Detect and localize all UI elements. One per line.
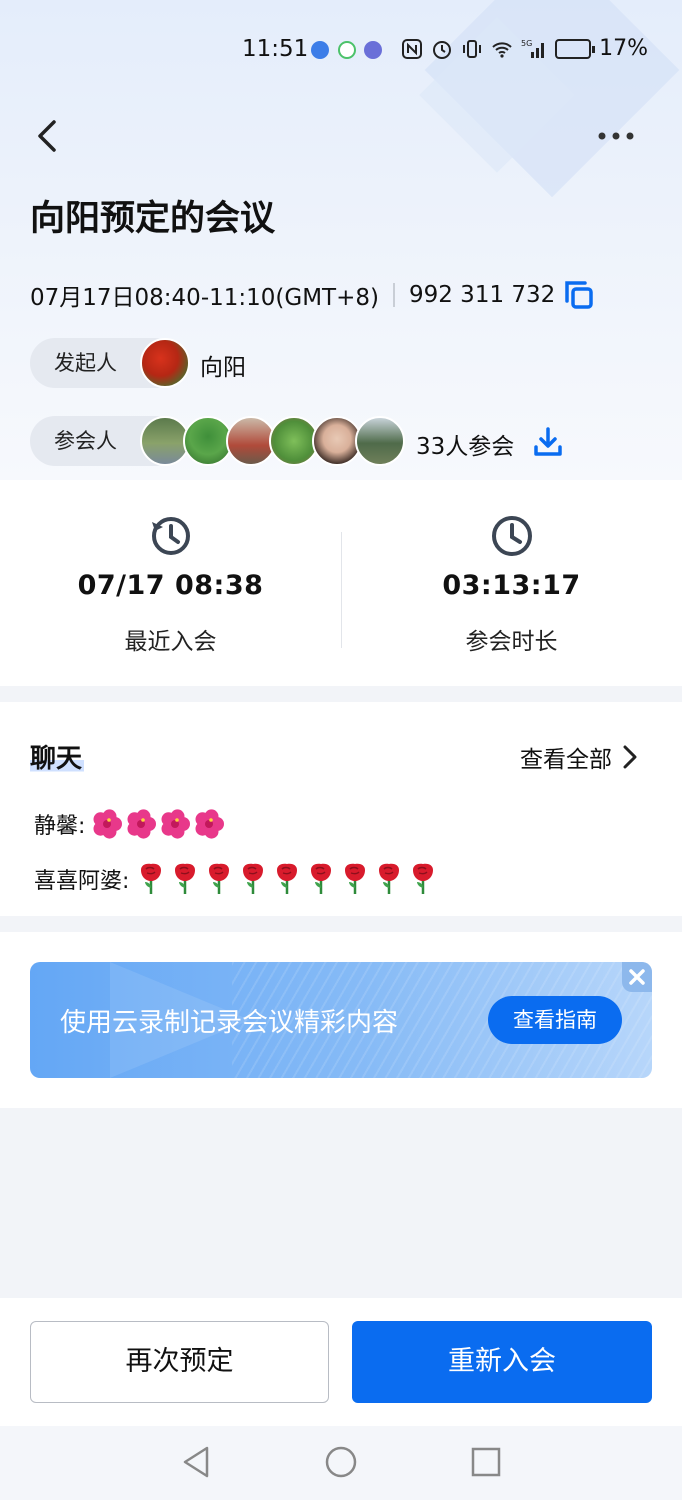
rose-emoji-icon xyxy=(379,863,400,894)
rose-emoji-icon xyxy=(311,863,332,894)
rose-emoji-icon xyxy=(243,863,264,894)
emoji-row xyxy=(135,862,439,896)
status-time: 11:51 xyxy=(242,36,309,62)
attendees-count: 33人参会 xyxy=(416,434,515,460)
close-icon xyxy=(629,969,645,985)
nav-home-icon[interactable] xyxy=(324,1444,358,1480)
rejoin-button[interactable]: 重新入会 xyxy=(352,1321,652,1403)
rose-emoji-icon xyxy=(209,863,230,894)
back-button[interactable] xyxy=(32,116,66,156)
initiator-name: 向阳 xyxy=(200,355,246,381)
view-all-chat-link[interactable]: 查看全部 xyxy=(520,740,638,774)
meeting-title: 向阳预定的会议 xyxy=(30,199,276,239)
app-notification-icon xyxy=(311,41,329,59)
initiator-avatar[interactable] xyxy=(140,338,190,388)
signal-icon: 5G xyxy=(521,39,545,58)
chat-sender: 喜喜阿婆: xyxy=(34,869,130,894)
chat-message: 静馨: xyxy=(34,808,225,840)
chevron-right-icon xyxy=(623,745,637,769)
recent-join-value: 07/17 08:38 xyxy=(77,570,264,601)
wifi-icon xyxy=(492,41,512,58)
hibiscus-emoji-icon xyxy=(195,809,225,839)
alarm-icon xyxy=(433,40,452,59)
duration-value: 03:13:17 xyxy=(442,570,581,601)
attendee-avatar[interactable] xyxy=(355,416,405,466)
copy-icon[interactable] xyxy=(563,279,595,311)
hibiscus-emoji-icon xyxy=(161,809,191,839)
meeting-stats: 07/17 08:38 最近入会 03:13:17 参会时长 xyxy=(0,480,682,686)
rose-emoji-icon xyxy=(413,863,434,894)
status-bar: 11:51 5G 17% xyxy=(0,30,682,72)
history-clock-icon xyxy=(151,517,190,555)
meta-divider xyxy=(392,283,395,307)
rose-emoji-icon xyxy=(277,863,298,894)
promo-section: 使用云录制记录会议精彩内容 查看指南 xyxy=(0,932,682,1108)
chat-section: 聊天 查看全部 静馨: 喜喜阿婆: xyxy=(0,702,682,916)
battery-icon xyxy=(555,38,596,59)
vibrate-icon xyxy=(463,39,482,58)
clock-icon xyxy=(491,516,532,556)
nfc-icon xyxy=(402,38,423,59)
system-navigation-bar xyxy=(0,1426,682,1500)
chat-sender: 静馨: xyxy=(34,814,86,839)
svg-text:5G: 5G xyxy=(521,39,532,48)
banner-text: 使用云录制记录会议精彩内容 xyxy=(60,1008,399,1038)
meeting-meta: 07月17日08:40-11:10(GMT+8) 992 311 732 xyxy=(30,278,595,312)
duration-label: 参会时长 xyxy=(465,629,558,655)
cloud-recording-banner[interactable]: 使用云录制记录会议精彩内容 查看指南 xyxy=(30,962,652,1078)
view-guide-button[interactable]: 查看指南 xyxy=(488,996,622,1044)
bottom-action-bar: 再次预定 重新入会 xyxy=(0,1298,682,1426)
music-notification-icon xyxy=(364,41,382,59)
recent-join-label: 最近入会 xyxy=(124,629,217,655)
meeting-id: 992 311 732 xyxy=(408,282,556,308)
hibiscus-emoji-icon xyxy=(93,809,123,839)
view-all-label: 查看全部 xyxy=(520,747,612,773)
battery-percent: 17% xyxy=(599,36,648,61)
chat-title: 聊天 xyxy=(30,738,85,775)
more-button[interactable] xyxy=(596,126,636,146)
duration-stat: 03:13:17 参会时长 xyxy=(341,480,682,686)
emoji-row xyxy=(91,808,225,840)
recent-join-stat: 07/17 08:38 最近入会 xyxy=(0,480,341,686)
rose-emoji-icon xyxy=(175,863,196,894)
rose-emoji-icon xyxy=(141,863,162,894)
close-banner-button[interactable] xyxy=(622,962,652,992)
nav-recents-icon[interactable] xyxy=(470,1444,502,1480)
chat-message: 喜喜阿婆: xyxy=(34,862,439,896)
reschedule-button[interactable]: 再次预定 xyxy=(30,1321,329,1403)
hibiscus-emoji-icon xyxy=(127,809,157,839)
meeting-datetime: 07月17日08:40-11:10(GMT+8) xyxy=(30,285,379,311)
rose-emoji-icon xyxy=(345,863,366,894)
download-icon[interactable] xyxy=(532,425,564,459)
chat-notification-icon xyxy=(338,41,356,59)
nav-back-icon[interactable] xyxy=(180,1444,212,1480)
